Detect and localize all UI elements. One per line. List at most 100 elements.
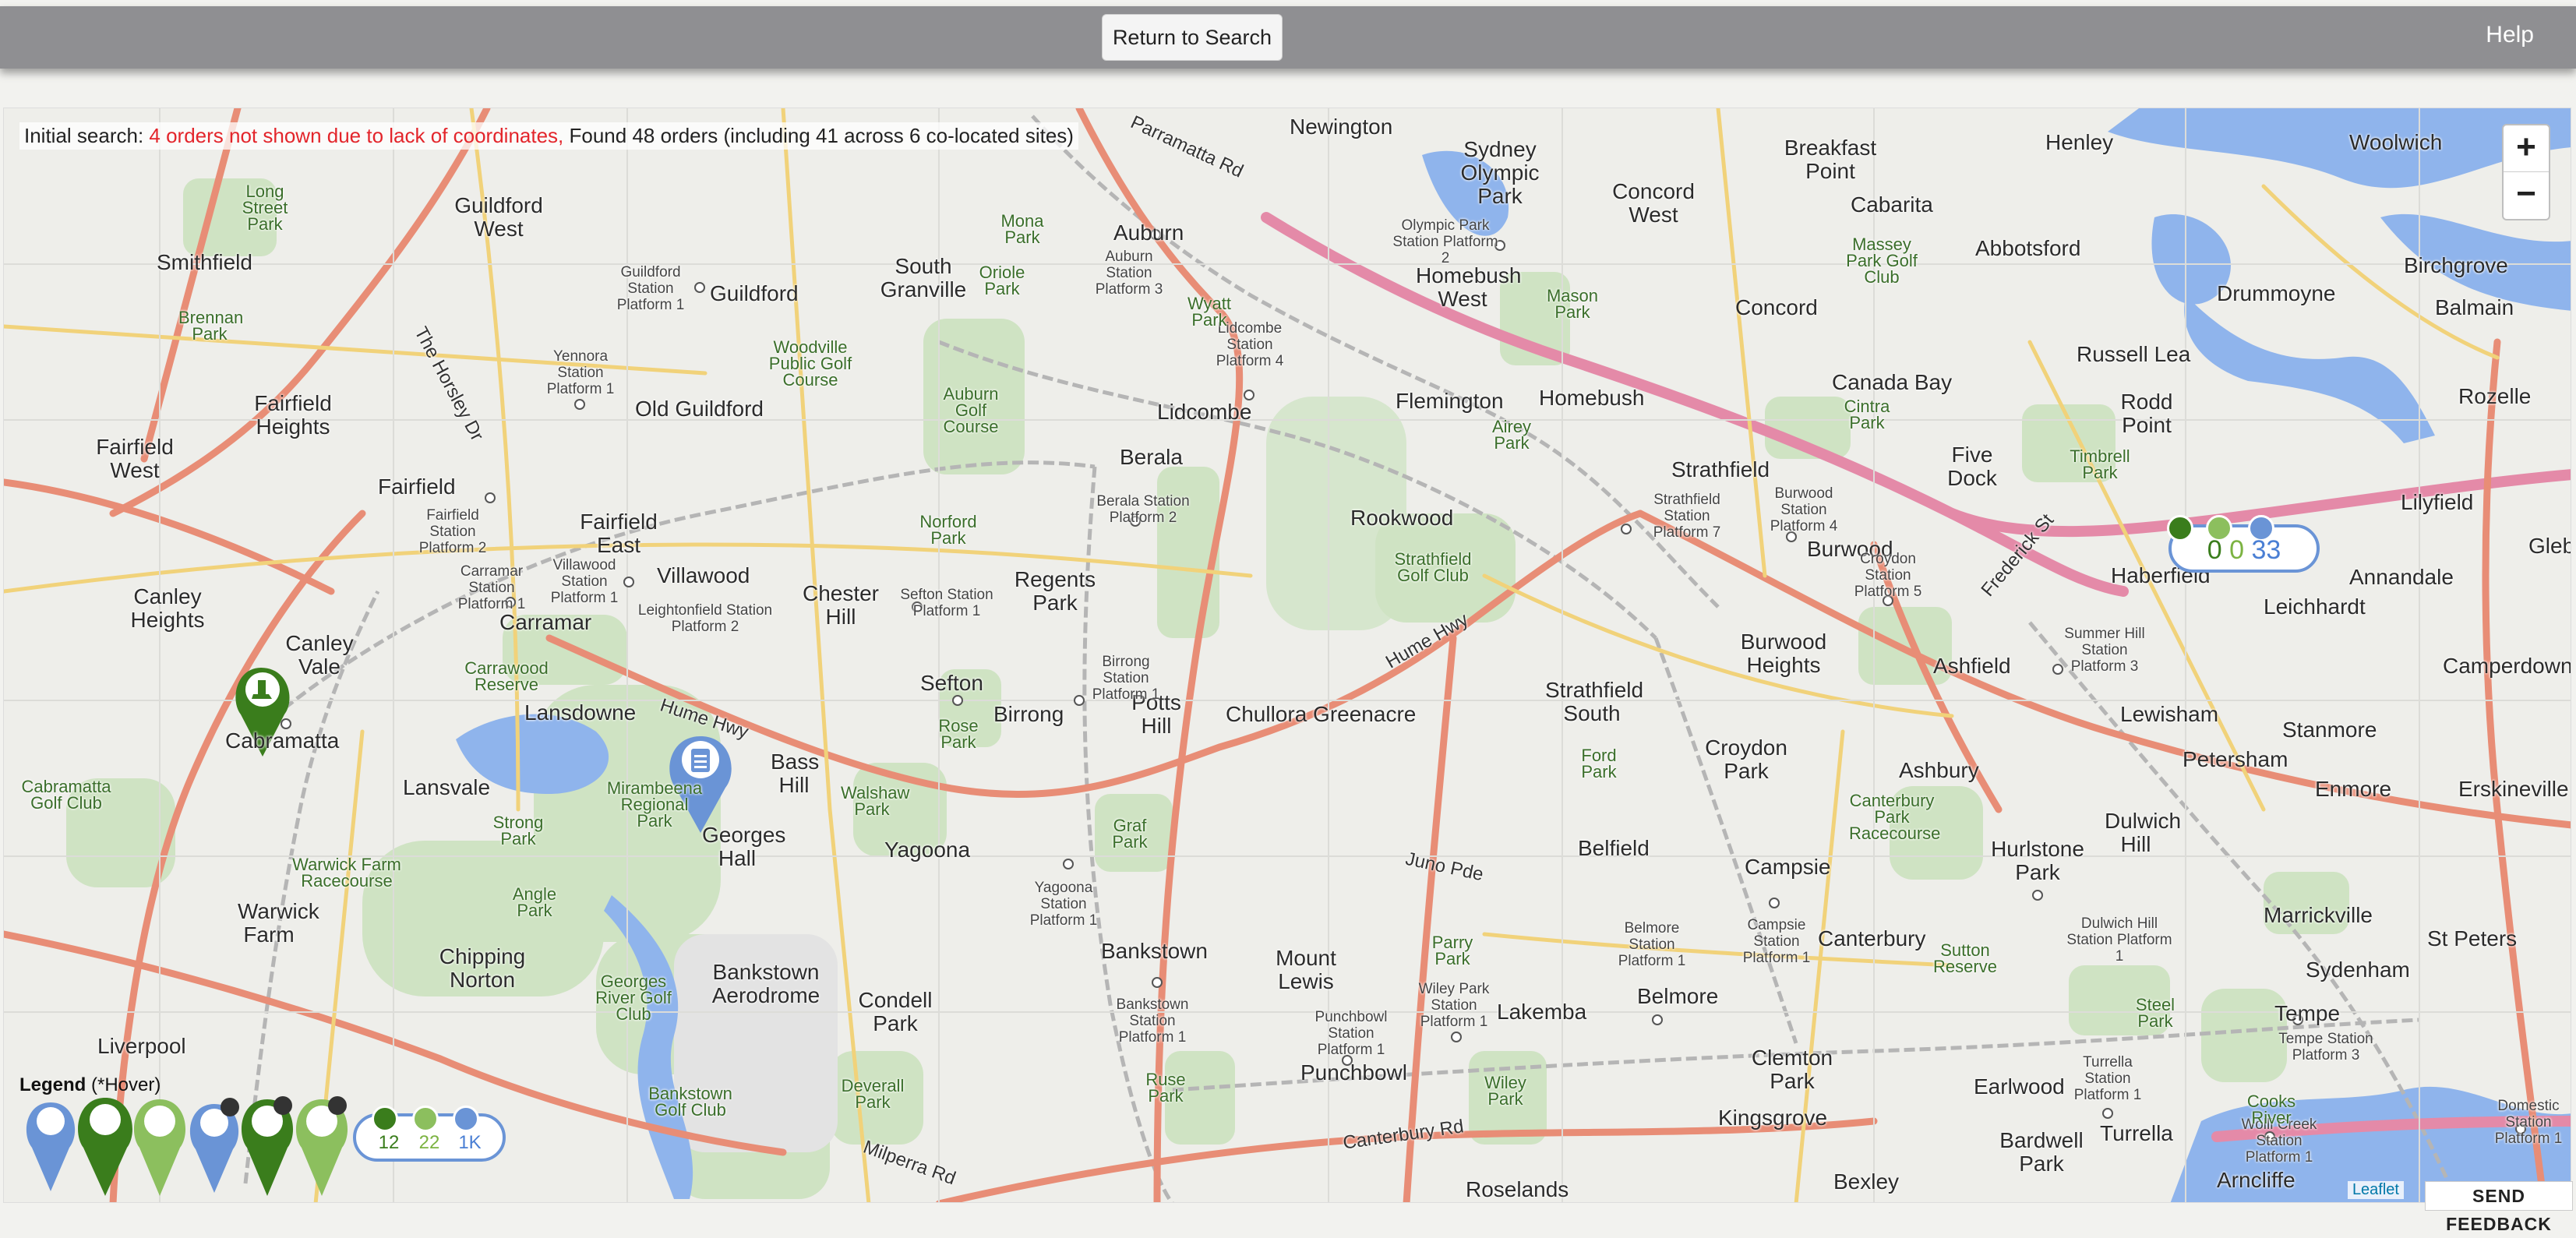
clipboard-icon xyxy=(453,1106,479,1132)
station-label: Belmore Station Platform 1 xyxy=(1618,920,1686,969)
place-label: Strathfield South xyxy=(1545,678,1644,725)
park-label: Norford Park xyxy=(919,512,977,548)
place-label: Old Guildford xyxy=(635,397,764,421)
park-label: Mirambeena Regional Park xyxy=(606,778,703,831)
station-label: Dulwich Hill Station Platform 1 xyxy=(2066,915,2172,965)
place-label: Fairfield West xyxy=(96,435,174,482)
station-label: Yagoona Station Platform 1 xyxy=(1029,880,1098,929)
legend-markers[interactable] xyxy=(26,1096,348,1196)
station-label: Guildford Station Platform 1 xyxy=(616,264,685,313)
send-feedback-button[interactable]: SEND FEEDBACK xyxy=(2425,1181,2573,1234)
place-label: Canada Bay xyxy=(1832,370,1953,394)
place-label: St Peters xyxy=(2427,926,2518,951)
place-label: Camperdown xyxy=(2443,654,2571,678)
place-label: Breakfast Point xyxy=(1784,136,1877,183)
place-label: Fairfield East xyxy=(580,510,658,557)
place-label: Lansvale xyxy=(403,775,491,799)
park-label: Deverall Park xyxy=(841,1076,905,1112)
place-label: Fairfield Heights xyxy=(254,391,332,439)
place-label: Five Dock xyxy=(1947,443,1997,490)
place-label: Georges Hall xyxy=(702,823,786,870)
legend-title: Legend (*Hover) xyxy=(19,1074,161,1095)
place-label: Homebush xyxy=(1539,386,1645,410)
place-label: Canley Vale xyxy=(285,631,354,679)
park-label: Strong Park xyxy=(492,813,544,848)
place-label: Dulwich Hill xyxy=(2105,809,2182,856)
place-label: Smithfield xyxy=(157,250,252,274)
station-label: Birrong Station Platform 1 xyxy=(1092,654,1160,703)
place-label: Condell Park xyxy=(858,988,933,1035)
park-label: Walshaw Park xyxy=(841,783,910,819)
cluster-count-blue: 33 xyxy=(2251,535,2281,565)
station-label: Strathfield Station Platform 7 xyxy=(1653,492,1721,541)
place-label: Carramar xyxy=(499,610,592,634)
place-label: Birchgrove xyxy=(2404,253,2508,277)
search-found: Found 48 orders (including 41 across 6 c… xyxy=(563,124,1074,147)
place-label: Canterbury xyxy=(1818,926,1926,951)
place-label: Lakemba xyxy=(1497,1000,1587,1024)
place-label: Ashbury xyxy=(1899,758,1979,782)
co-located-cluster[interactable]: 0 0 33 xyxy=(2167,515,2320,573)
park-label: Strathfield Golf Club xyxy=(1394,549,1472,585)
park-label: Angle Park xyxy=(512,884,557,920)
help-link[interactable]: Help xyxy=(2486,22,2534,48)
place-label: Stanmore xyxy=(2282,718,2377,742)
park-label: Mason Park xyxy=(1546,286,1599,322)
place-label: Enmore xyxy=(2315,777,2392,801)
park-label: Steel Park xyxy=(2135,995,2175,1031)
station-label: Wiley Park Station Platform 1 xyxy=(1418,981,1490,1030)
place-label: Belfield xyxy=(1578,836,1650,860)
map-container[interactable]: Initial search: 4 orders not shown due t… xyxy=(3,108,2571,1203)
place-label: Rookwood xyxy=(1350,506,1454,530)
place-label: Bankstown Aerodrome xyxy=(711,960,820,1007)
park-label: Ford Park xyxy=(1581,746,1617,781)
zoom-control: + − xyxy=(2502,124,2550,220)
park-label: Wyatt Park xyxy=(1187,294,1232,330)
leaflet-attribution-link[interactable]: Leaflet xyxy=(2347,1181,2404,1199)
place-label: Annandale xyxy=(2349,565,2454,589)
place-label: Cabarita xyxy=(1851,192,1933,217)
place-label: Chipping Norton xyxy=(439,944,526,992)
station-label: Sefton Station Platform 1 xyxy=(900,587,993,619)
place-label: Liverpool xyxy=(97,1034,186,1058)
place-label: Sydenham xyxy=(2306,958,2410,982)
place-label: Bankstown xyxy=(1101,939,1208,963)
station-label: Auburn Station Platform 3 xyxy=(1095,249,1163,298)
place-label: Lilyfield xyxy=(2401,490,2474,514)
place-label: Chullora Greenacre xyxy=(1226,702,1417,726)
legend[interactable]: Legend (*Hover) xyxy=(19,1074,161,1096)
station-label: Olympic Park Station Platform 2 xyxy=(1392,217,1498,266)
station-label: Punchbowl Station Platform 1 xyxy=(1314,1009,1388,1058)
place-label: Lewisham xyxy=(2120,702,2219,726)
place-label: Kingsgrove xyxy=(1718,1106,1828,1130)
place-label: Guildford xyxy=(710,281,799,305)
place-label: Chester Hill xyxy=(802,581,880,629)
search-prefix: Initial search: xyxy=(24,124,150,147)
place-label: Ashfield xyxy=(1933,654,2011,678)
station-label: Domestic Station Platform 1 xyxy=(2494,1098,2563,1147)
zoom-out-button[interactable]: − xyxy=(2504,172,2549,219)
park-label: Carrawood Reserve xyxy=(464,658,549,694)
place-label: Punchbowl xyxy=(1300,1060,1407,1085)
place-label: Cabramatta xyxy=(225,728,340,753)
legend-cluster[interactable]: 12 22 1K xyxy=(353,1106,506,1162)
place-label: Sydney Olympic Park xyxy=(1460,137,1540,208)
park-label: Massey Park Golf Club xyxy=(1846,235,1918,287)
place-label: Petersham xyxy=(2183,747,2288,771)
place-label: Auburn xyxy=(1113,220,1184,245)
map-base-layer[interactable] xyxy=(4,108,2571,1203)
place-label: Leichhardt xyxy=(2264,594,2366,619)
station-label: Fairfield Station Platform 2 xyxy=(418,507,487,556)
place-label: South Granville xyxy=(880,254,967,302)
legend-count-blue: 1K xyxy=(458,1132,482,1153)
place-label: Abbotsford xyxy=(1975,236,2081,260)
return-to-search-button[interactable]: Return to Search xyxy=(1102,14,1283,61)
park-label: Cintra Park xyxy=(1844,397,1890,432)
zoom-in-button[interactable]: + xyxy=(2504,125,2549,172)
station-label: Berala Station Platform 2 xyxy=(1096,493,1190,526)
park-label: Rose Park xyxy=(938,716,979,752)
cluster-counts: 0 0 33 xyxy=(2172,535,2317,566)
place-label: Flemington xyxy=(1396,389,1504,413)
place-label: Erskineville xyxy=(2458,777,2569,801)
place-label: Yagoona xyxy=(884,838,971,862)
